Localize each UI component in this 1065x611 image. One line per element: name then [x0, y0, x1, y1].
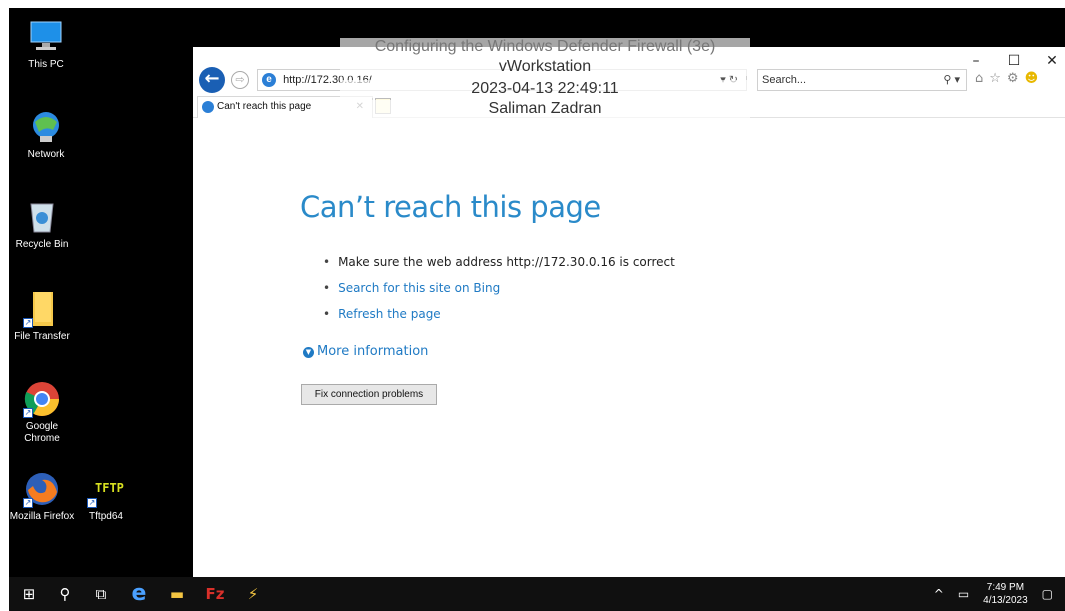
desktop-icon-chrome[interactable]: ↗ Google Chrome: [7, 380, 77, 445]
more-info-label: More information: [317, 344, 429, 359]
page-content: Can’t reach this page Make sure the web …: [193, 127, 1065, 577]
back-button[interactable]: ←: [199, 67, 225, 93]
desktop-icon-firefox[interactable]: ↗ Mozilla Firefox: [7, 470, 77, 523]
folder-icon: ▬: [169, 585, 185, 603]
desktop-icon-label: Network: [27, 149, 65, 160]
desktop-icon-label: This PC: [28, 59, 64, 70]
refresh-icon[interactable]: ▾ ↻: [720, 70, 738, 90]
smiley-icon[interactable]: ☻: [1025, 71, 1039, 86]
filezilla-icon: Fz: [205, 585, 225, 603]
page-title: Can’t reach this page: [300, 190, 601, 224]
taskbar-app[interactable]: ⚡: [233, 577, 273, 611]
desktop-icon-file-transfer[interactable]: ↗ File Transfer: [7, 290, 77, 343]
desktop-icon-label: Google Chrome: [24, 421, 60, 444]
arrow-left-icon: ←: [204, 68, 220, 89]
task-view-icon: ⧉: [95, 585, 107, 603]
windows-icon: ⊞: [22, 585, 36, 603]
shortcut-arrow-icon: ↗: [87, 498, 97, 508]
taskbar-search-button[interactable]: ⚲: [45, 577, 85, 611]
ie-icon: e: [262, 73, 276, 87]
search-placeholder: Search...: [762, 74, 807, 86]
notification-icon[interactable]: ▢: [1042, 587, 1053, 601]
refresh-page-link[interactable]: Refresh the page: [338, 307, 441, 321]
tab-cant-reach[interactable]: Can't reach this page ✕: [197, 96, 373, 118]
desktop-icon-tftpd64[interactable]: TFTP ↗ Tftpd64: [71, 470, 141, 523]
system-tray: ^ ▭ 7:49 PM 4/13/2023 ▢: [934, 577, 1053, 611]
taskbar-file-explorer[interactable]: ▬: [157, 577, 197, 611]
suggestion-list: Make sure the web address http://172.30.…: [323, 249, 675, 327]
search-bing-link[interactable]: Search for this site on Bing: [338, 281, 500, 295]
desktop-icon-recycle-bin[interactable]: Recycle Bin: [7, 198, 77, 251]
arrow-right-icon: ⇨: [235, 73, 245, 86]
clock-date: 4/13/2023: [983, 595, 1028, 606]
desktop-icon-label: File Transfer: [14, 331, 70, 342]
forward-button[interactable]: ⇨: [231, 71, 249, 89]
address-url: http://172.30.0.16/: [283, 74, 372, 86]
network-status-icon[interactable]: ▭: [958, 587, 969, 601]
search-icon[interactable]: ⚲ ▾: [943, 70, 960, 90]
recycle-bin-icon: [23, 198, 61, 236]
desktop-icon-label: Mozilla Firefox: [9, 511, 75, 522]
firefox-icon: ↗: [23, 470, 61, 508]
toolbar-icons: ⌂ ☆ ⚙ ☻: [975, 71, 1038, 86]
shortcut-arrow-icon: ↗: [23, 498, 33, 508]
gear-icon[interactable]: ⚙: [1007, 71, 1019, 86]
network-icon: [27, 108, 65, 146]
taskbar-filezilla[interactable]: Fz: [195, 577, 235, 611]
taskbar: ⊞ ⚲ ⧉ e ▬ Fz ⚡ ^ ▭ 7:49 PM 4/13/2023 ▢: [9, 577, 1065, 611]
clock[interactable]: 7:49 PM 4/13/2023: [983, 581, 1028, 607]
close-tab-icon[interactable]: ✕: [356, 97, 364, 117]
taskbar-ie[interactable]: e: [119, 577, 159, 611]
tab-strip: Can't reach this page ✕: [193, 96, 1065, 118]
star-icon[interactable]: ☆: [989, 71, 1001, 86]
tftpd-icon: TFTP ↗: [87, 470, 125, 508]
desktop-icon-this-pc[interactable]: This PC: [11, 18, 81, 71]
fix-connection-button[interactable]: Fix connection problems: [301, 384, 437, 405]
network-app-icon: ⚡: [247, 585, 259, 603]
shortcut-arrow-icon: ↗: [23, 318, 33, 328]
svg-text:TFTP: TFTP: [95, 481, 124, 495]
desktop-icon-label: Tftpd64: [89, 511, 123, 522]
address-bar[interactable]: e http://172.30.0.16/ ▾ ↻: [257, 69, 747, 91]
task-view-button[interactable]: ⧉: [81, 577, 121, 611]
search-box[interactable]: Search... ⚲ ▾: [757, 69, 967, 91]
ie-icon: e: [131, 581, 147, 606]
home-icon[interactable]: ⌂: [975, 71, 983, 86]
clock-time: 7:49 PM: [986, 582, 1025, 593]
tab-title: Can't reach this page: [217, 101, 312, 112]
chevron-up-icon[interactable]: ^: [934, 587, 944, 601]
screen: This PC Network Recycle Bin ↗ File Trans…: [0, 0, 1065, 611]
shortcut-arrow-icon: ↗: [23, 408, 33, 418]
start-button[interactable]: ⊞: [9, 577, 49, 611]
folder-icon: ↗: [23, 290, 61, 328]
chrome-icon: ↗: [23, 380, 61, 418]
desktop-icon-network[interactable]: Network: [11, 108, 81, 161]
browser-window: – ☐ ✕ ← ⇨ e http://172.30.0.16/ ▾ ↻ Sear…: [193, 47, 1065, 577]
ie-icon: [202, 101, 214, 113]
suggestion-check-address: Make sure the web address http://172.30.…: [323, 249, 675, 275]
desktop-icon-label: Recycle Bin: [15, 239, 69, 250]
search-icon: ⚲: [59, 585, 71, 603]
chevron-down-icon: ▼: [303, 347, 314, 358]
new-tab-button[interactable]: [375, 98, 391, 114]
computer-icon: [27, 18, 65, 56]
more-information-toggle[interactable]: ▼ More information: [303, 344, 428, 359]
navigation-bar: ← ⇨ e http://172.30.0.16/ ▾ ↻ Search... …: [193, 67, 1065, 93]
